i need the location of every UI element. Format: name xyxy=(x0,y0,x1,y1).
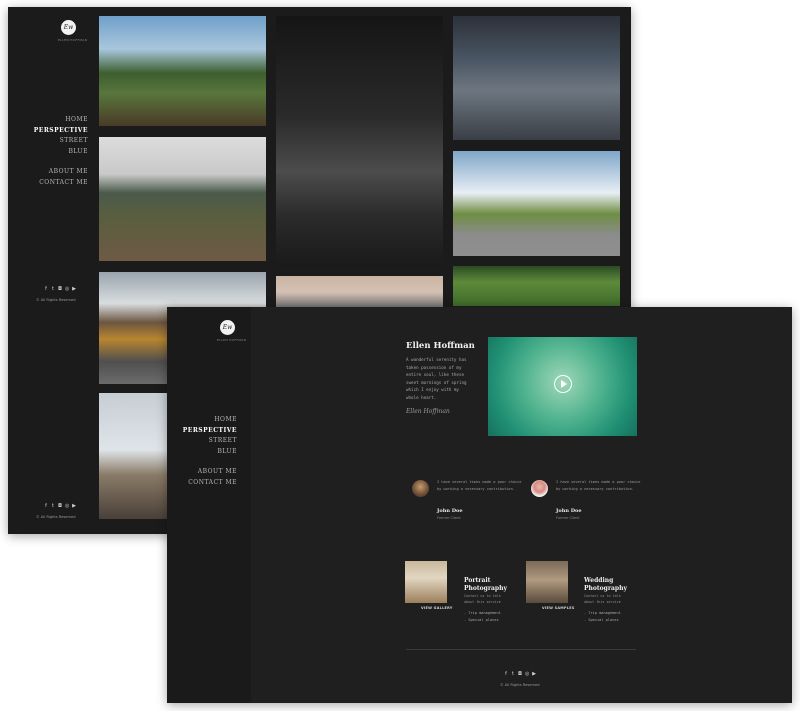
nav-gap xyxy=(183,457,237,467)
service-item: - Special places xyxy=(464,618,499,622)
view-samples-link[interactable]: VIEW SAMPLES xyxy=(542,606,575,610)
main-nav: HOME PERSPECTIVE STREET BLUE ABOUT ME CO… xyxy=(34,115,88,188)
service-item: - Special places xyxy=(584,618,619,622)
youtube-icon[interactable]: ▶ xyxy=(532,671,536,677)
wedding-thumbnail[interactable] xyxy=(526,561,568,603)
instagram-icon[interactable]: ◘ xyxy=(518,671,522,677)
portrait-thumbnail[interactable] xyxy=(405,561,447,603)
photo-parking-garage[interactable] xyxy=(453,16,620,140)
photo-night-street[interactable] xyxy=(276,16,443,266)
photo-forest[interactable] xyxy=(453,266,620,306)
about-name: Ellen Hoffman xyxy=(406,341,475,351)
nav-contact[interactable]: CONTACT ME xyxy=(183,478,237,489)
nav-blue[interactable]: BLUE xyxy=(34,147,88,158)
camera-icon[interactable]: ◎ xyxy=(525,671,529,677)
social-links: f t ◘ ◎ ▶ xyxy=(44,286,76,292)
service-item: - Trip management xyxy=(464,611,501,615)
camera-icon[interactable]: ◎ xyxy=(65,503,69,509)
site-logo[interactable]: Ew xyxy=(220,320,235,335)
service-desc: Contact us to talk about this service xyxy=(464,594,501,604)
service-title-line2: Photography xyxy=(464,584,507,592)
photo-vineyard[interactable] xyxy=(99,16,266,126)
main-nav: HOME PERSPECTIVE STREET BLUE ABOUT ME CO… xyxy=(183,415,237,488)
nav-about[interactable]: ABOUT ME xyxy=(34,167,88,178)
copyright: © All Rights Reserved xyxy=(500,683,540,687)
camera-icon[interactable]: ◎ xyxy=(65,286,69,292)
testimonial-role: Former Client xyxy=(437,516,461,520)
service-title-line1: Wedding xyxy=(584,577,614,584)
about-signature: Ellen Hoffman xyxy=(406,408,450,415)
logo-text: Ew xyxy=(222,324,233,331)
service-item: - Trip management xyxy=(584,611,621,615)
sidebar: Ew ELLEN HOFFMAN HOME PERSPECTIVE STREET… xyxy=(167,307,251,703)
nav-perspective[interactable]: PERSPECTIVE xyxy=(183,426,237,437)
video-thumbnail[interactable] xyxy=(488,337,637,436)
testimonial-name: John Doe xyxy=(556,508,582,514)
youtube-icon[interactable]: ▶ xyxy=(72,503,76,509)
service-desc: Contact us to talk about this service xyxy=(584,594,621,604)
instagram-icon[interactable]: ◘ xyxy=(58,503,62,509)
testimonial-role: Former Client xyxy=(556,516,580,520)
logo-caption: ELLEN HOFFMAN xyxy=(217,338,247,342)
social-links: f t ◘ ◎ ▶ xyxy=(504,671,536,677)
service-title: Wedding Photography xyxy=(584,577,627,592)
nav-gap xyxy=(34,157,88,167)
nav-about[interactable]: ABOUT ME xyxy=(183,467,237,478)
twitter-icon[interactable]: t xyxy=(51,503,55,509)
service-title-line2: Photography xyxy=(584,584,627,592)
about-page-screenshot: Ew ELLEN HOFFMAN HOME PERSPECTIVE STREET… xyxy=(167,307,792,703)
facebook-icon[interactable]: f xyxy=(44,286,48,292)
play-icon[interactable] xyxy=(554,375,572,393)
site-logo[interactable]: Ew xyxy=(61,20,76,35)
nav-home[interactable]: HOME xyxy=(183,415,237,426)
instagram-icon[interactable]: ◘ xyxy=(58,286,62,292)
logo-caption: ELLEN HOFFMAN xyxy=(58,38,88,42)
service-title: Portrait Photography xyxy=(464,577,507,592)
footer-divider xyxy=(406,649,636,650)
facebook-icon[interactable]: f xyxy=(504,671,508,677)
service-title-line1: Portrait xyxy=(464,577,491,584)
facebook-icon[interactable]: f xyxy=(44,503,48,509)
copyright-bottom: © All Rights Reserved xyxy=(36,515,76,519)
avatar xyxy=(531,480,548,497)
testimonial-quote: I have several times made a poor choice … xyxy=(556,480,641,491)
testimonial-quote: I have several times made a poor choice … xyxy=(437,480,522,491)
sidebar: Ew ELLEN HOFFMAN HOME PERSPECTIVE STREET… xyxy=(8,7,94,534)
nav-perspective[interactable]: PERSPECTIVE xyxy=(34,126,88,137)
youtube-icon[interactable]: ▶ xyxy=(72,286,76,292)
copyright: © All Rights Reserved xyxy=(36,298,76,302)
testimonial-name: John Doe xyxy=(437,508,463,514)
nav-street[interactable]: STREET xyxy=(34,136,88,147)
photo-foggy-field[interactable] xyxy=(99,137,266,261)
social-links-bottom: f t ◘ ◎ ▶ xyxy=(44,503,76,509)
twitter-icon[interactable]: t xyxy=(511,671,515,677)
nav-blue[interactable]: BLUE xyxy=(183,447,237,458)
photo-road-tree[interactable] xyxy=(453,151,620,256)
logo-text: Ew xyxy=(63,24,74,31)
twitter-icon[interactable]: t xyxy=(51,286,55,292)
nav-street[interactable]: STREET xyxy=(183,436,237,447)
nav-home[interactable]: HOME xyxy=(34,115,88,126)
view-gallery-link[interactable]: VIEW GALLERY xyxy=(421,606,453,610)
avatar xyxy=(412,480,429,497)
about-bio: A wonderful serenity has taken possessio… xyxy=(406,357,467,400)
nav-contact[interactable]: CONTACT ME xyxy=(34,178,88,189)
